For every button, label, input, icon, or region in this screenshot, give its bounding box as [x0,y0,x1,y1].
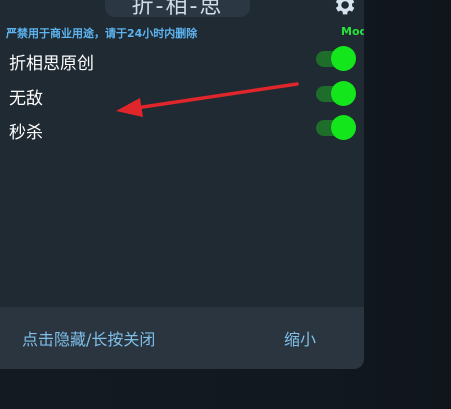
toggle-knob [331,46,356,71]
hide-close-button[interactable]: 点击隐藏/长按关闭 [22,326,155,350]
footer-bar: 点击隐藏/长按关闭 缩小 [0,307,364,369]
menu-item-label: 无敌 [9,89,43,109]
menu-item-invincible: 无敌 [0,80,364,113]
menu-item-label: 折相思原创 [9,54,94,74]
shrink-button[interactable]: 缩小 [284,326,316,350]
disclaimer-text: 严禁用于商业用途，请于24小时内删除 [6,27,198,40]
menu-item-original: 折相思原创 [0,45,364,78]
menu-item-label: 秒杀 [9,123,43,143]
toggle-switch[interactable] [316,115,356,140]
mod-menu-panel: 折-相-思 严禁用于商业用途，请于24小时内删除 Mod 折相思原创 无敌 秒杀… [0,0,364,369]
gear-icon[interactable] [331,0,357,18]
toggle-switch[interactable] [316,81,356,106]
menu-item-instakill: 秒杀 [0,114,364,147]
toggle-switch[interactable] [316,46,356,71]
mod-label: Mod [341,25,364,38]
toggle-knob [331,81,356,106]
toggle-knob [331,115,356,140]
menu-title: 折-相-思 [131,0,224,19]
